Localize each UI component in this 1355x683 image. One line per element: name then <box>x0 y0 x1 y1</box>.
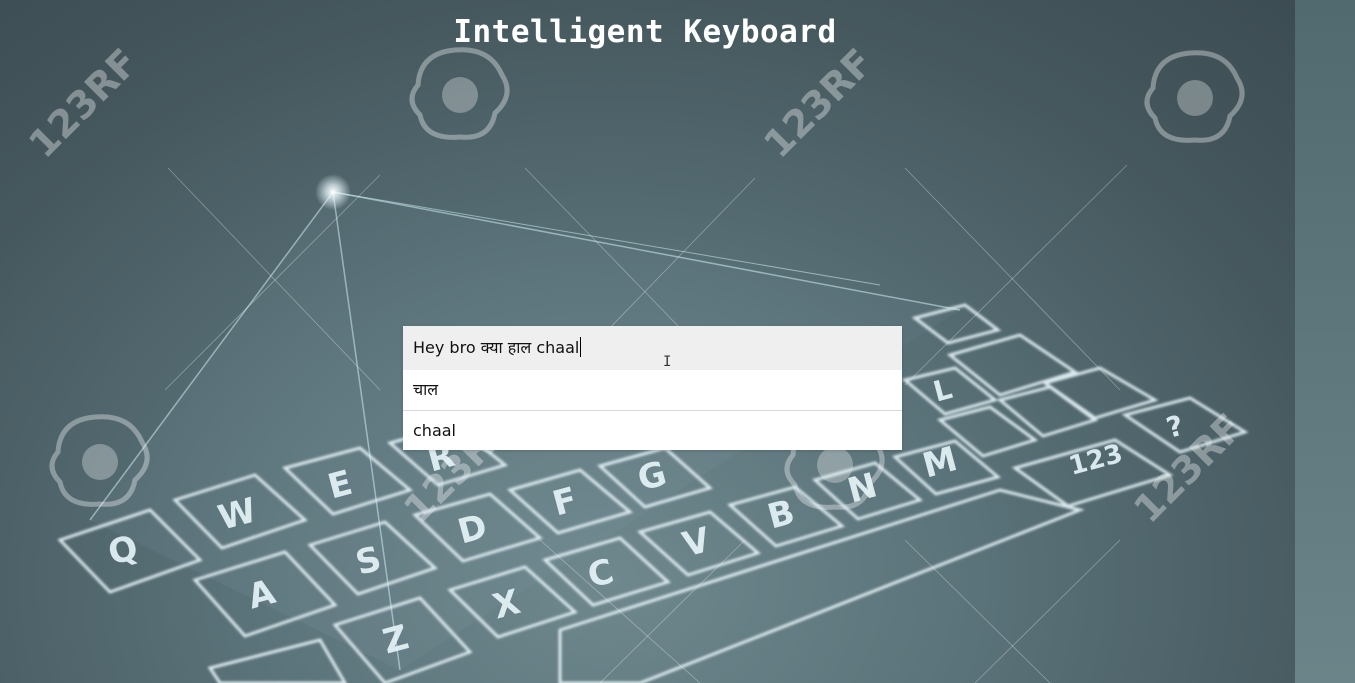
text-ibeam-cursor-icon: I <box>663 354 672 370</box>
keyboard-input-widget: Hey bro क्या हाल chaal I चाल chaal <box>403 326 902 450</box>
page-title: Intelligent Keyboard <box>453 14 837 50</box>
key-space <box>558 488 1085 683</box>
svg-text:123: 123 <box>1066 439 1126 482</box>
text-input[interactable]: Hey bro क्या हाल chaal I <box>403 326 902 370</box>
key-shift-left <box>207 638 347 683</box>
svg-text:C: C <box>584 551 618 596</box>
svg-text:123RF: 123RF <box>755 40 881 166</box>
projector-light-icon <box>315 174 351 210</box>
svg-text:?: ? <box>1163 409 1187 445</box>
key-dot <box>996 385 1099 438</box>
key-enter <box>946 333 1079 397</box>
svg-text:M: M <box>919 439 962 486</box>
svg-text:B: B <box>764 492 799 537</box>
suggestion-item-latin[interactable]: chaal <box>403 410 902 450</box>
adjacent-panel-edge <box>1295 0 1355 683</box>
svg-text:V: V <box>679 520 715 566</box>
text-input-value: Hey bro क्या हाल chaal <box>413 338 580 357</box>
key-comma <box>936 405 1039 458</box>
suggestion-item-devanagari[interactable]: चाल <box>403 370 902 410</box>
svg-text:123RF: 123RF <box>20 40 146 166</box>
text-caret <box>580 337 582 357</box>
